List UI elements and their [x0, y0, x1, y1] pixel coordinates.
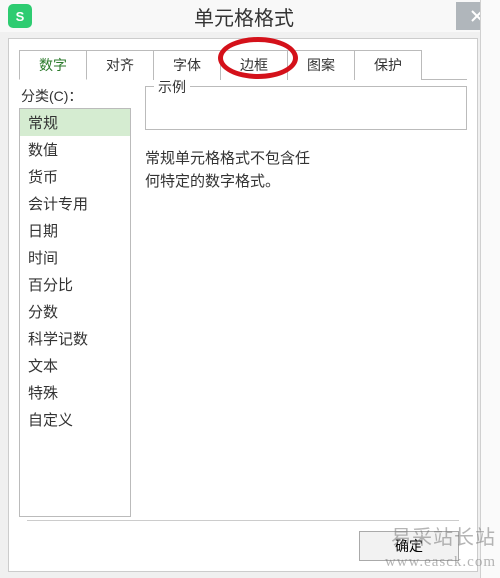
category-item-percentage[interactable]: 百分比 — [20, 271, 130, 298]
category-item-scientific[interactable]: 科学记数 — [20, 325, 130, 352]
tab-strip: 数字 对齐 字体 边框 图案 保护 — [19, 49, 467, 80]
window-title: 单元格格式 — [32, 2, 456, 31]
category-column: 分类(C)： 常规 数值 货币 会计专用 日期 时间 百分比 分数 科学记数 文… — [19, 86, 131, 517]
tab-alignment[interactable]: 对齐 — [86, 50, 154, 80]
category-item-date[interactable]: 日期 — [20, 217, 130, 244]
dialog-body: 数字 对齐 字体 边框 图案 保护 分类(C)： 常规 数值 货币 会计专用 日… — [8, 38, 478, 572]
detail-column: 示例 常规单元格格式不包含任 何特定的数字格式。 — [145, 86, 467, 517]
category-item-currency[interactable]: 货币 — [20, 163, 130, 190]
category-item-custom[interactable]: 自定义 — [20, 406, 130, 433]
category-list[interactable]: 常规 数值 货币 会计专用 日期 时间 百分比 分数 科学记数 文本 特殊 自定… — [19, 108, 131, 517]
title-bar: S 单元格格式 — [0, 0, 500, 32]
description-line1: 常规单元格格式不包含任 — [145, 148, 467, 171]
dialog-button-row: 确定 — [27, 520, 459, 561]
category-item-text[interactable]: 文本 — [20, 352, 130, 379]
content-area: 分类(C)： 常规 数值 货币 会计专用 日期 时间 百分比 分数 科学记数 文… — [9, 80, 477, 527]
category-item-accounting[interactable]: 会计专用 — [20, 190, 130, 217]
category-item-time[interactable]: 时间 — [20, 244, 130, 271]
category-item-special[interactable]: 特殊 — [20, 379, 130, 406]
description-line2: 何特定的数字格式。 — [145, 171, 467, 194]
ok-button[interactable]: 确定 — [359, 531, 459, 561]
app-icon: S — [8, 4, 32, 28]
example-label: 示例 — [154, 77, 190, 97]
example-box: 示例 — [145, 86, 467, 130]
tab-number[interactable]: 数字 — [19, 50, 87, 80]
category-item-general[interactable]: 常规 — [20, 109, 130, 136]
tab-protection[interactable]: 保护 — [354, 50, 422, 80]
tab-border[interactable]: 边框 — [220, 50, 288, 80]
category-item-number[interactable]: 数值 — [20, 136, 130, 163]
category-item-fraction[interactable]: 分数 — [20, 298, 130, 325]
category-label: 分类(C)： — [19, 86, 131, 106]
tab-font[interactable]: 字体 — [153, 50, 221, 80]
tab-pattern[interactable]: 图案 — [287, 50, 355, 80]
format-description: 常规单元格格式不包含任 何特定的数字格式。 — [145, 148, 467, 193]
right-edge-strip — [480, 0, 500, 578]
